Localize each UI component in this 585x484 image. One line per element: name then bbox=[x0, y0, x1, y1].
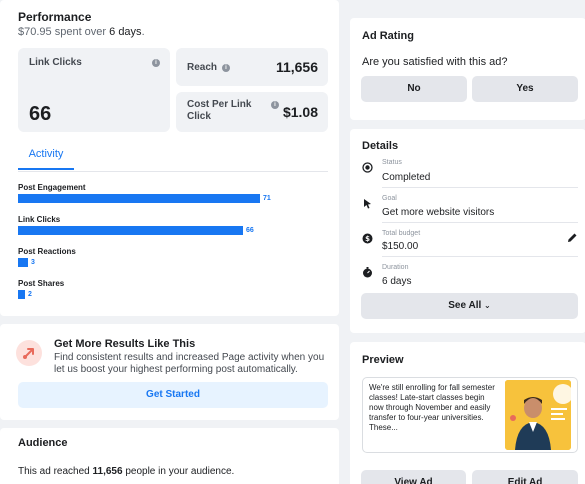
bar-value-label: 71 bbox=[263, 195, 271, 202]
bar-label: Post Shares bbox=[18, 279, 65, 288]
info-icon[interactable]: i bbox=[152, 59, 160, 67]
tab-divider bbox=[18, 171, 328, 172]
duration-value: 6 days bbox=[382, 276, 412, 287]
budget-icon: $ bbox=[362, 231, 373, 244]
bar-label: Post Engagement bbox=[18, 183, 86, 192]
edit-ad-button[interactable]: Edit Ad bbox=[472, 470, 578, 484]
cost-per-link-click-box: Cost Per Link Click i $1.08 bbox=[176, 92, 328, 132]
reach-value: 11,656 bbox=[275, 59, 318, 75]
duration-label: Duration bbox=[382, 264, 409, 271]
details-divider bbox=[382, 187, 578, 188]
ad-rating-question: Are you satisfied with this ad? bbox=[362, 56, 508, 68]
link-clicks-label: Link Clicks bbox=[29, 57, 82, 68]
amount-spent: $70.95 bbox=[18, 26, 52, 38]
goal-label: Goal bbox=[382, 195, 397, 202]
cost-per-link-click-label: Cost Per Link Click bbox=[187, 99, 252, 122]
cursor-icon bbox=[362, 196, 372, 209]
get-more-results-description: Find consistent results and increased Pa… bbox=[54, 352, 325, 375]
audience-title: Audience bbox=[18, 437, 68, 449]
days-count: 6 days bbox=[109, 26, 142, 38]
status-label: Status bbox=[382, 159, 402, 166]
cost-per-link-click-value: $1.08 bbox=[282, 104, 318, 120]
audience-count: 11,656 bbox=[92, 466, 123, 477]
bar bbox=[18, 226, 243, 235]
bar bbox=[18, 290, 25, 299]
edit-pencil-icon[interactable] bbox=[566, 231, 578, 243]
ad-preview-text: We're still enrolling for fall semester … bbox=[369, 383, 495, 432]
bar-value-label: 2 bbox=[28, 291, 32, 298]
link-clicks-value: 66 bbox=[29, 103, 52, 125]
status-value: Completed bbox=[382, 172, 431, 183]
svg-text:$: $ bbox=[365, 235, 370, 243]
reach-box: Reach i 11,656 bbox=[176, 48, 328, 86]
get-more-results-title: Get More Results Like This bbox=[54, 338, 196, 350]
bar-value-label: 66 bbox=[246, 227, 254, 234]
stopwatch-icon bbox=[362, 265, 372, 278]
performance-summary: $70.95 spent over 6 days. bbox=[18, 26, 145, 38]
link-clicks-box: Link Clicks i 66 bbox=[18, 48, 170, 132]
no-button[interactable]: No bbox=[361, 76, 467, 102]
ad-preview-image bbox=[505, 380, 571, 450]
audience-text: This ad reached 11,656 people in your au… bbox=[18, 466, 235, 477]
bar-value-label: 3 bbox=[31, 259, 35, 266]
reach-label: Reach bbox=[187, 62, 218, 73]
total-budget-value: $150.00 bbox=[382, 241, 419, 252]
yes-button[interactable]: Yes bbox=[472, 76, 578, 102]
tab-activity[interactable]: Activity bbox=[18, 144, 74, 170]
details-title: Details bbox=[362, 140, 399, 152]
view-ad-button[interactable]: View Ad bbox=[361, 470, 466, 484]
bar-label: Link Clicks bbox=[18, 215, 61, 224]
bar bbox=[18, 194, 260, 203]
details-divider bbox=[382, 222, 578, 223]
ad-rating-title: Ad Rating bbox=[362, 30, 414, 42]
performance-title: Performance bbox=[18, 10, 92, 24]
status-icon bbox=[362, 160, 373, 173]
boost-icon bbox=[16, 340, 42, 366]
goal-value: Get more website visitors bbox=[382, 207, 495, 218]
details-divider bbox=[382, 256, 578, 257]
total-budget-label: Total budget bbox=[382, 230, 421, 237]
info-icon[interactable]: i bbox=[222, 64, 230, 72]
preview-title: Preview bbox=[362, 354, 404, 366]
get-started-button[interactable]: Get Started bbox=[18, 382, 328, 408]
bar bbox=[18, 258, 28, 267]
chevron-down-icon: ⌄ bbox=[484, 301, 491, 310]
bar-label: Post Reactions bbox=[18, 247, 76, 256]
see-all-button[interactable]: See All ⌄ bbox=[361, 293, 578, 319]
info-icon[interactable]: i bbox=[271, 101, 279, 109]
